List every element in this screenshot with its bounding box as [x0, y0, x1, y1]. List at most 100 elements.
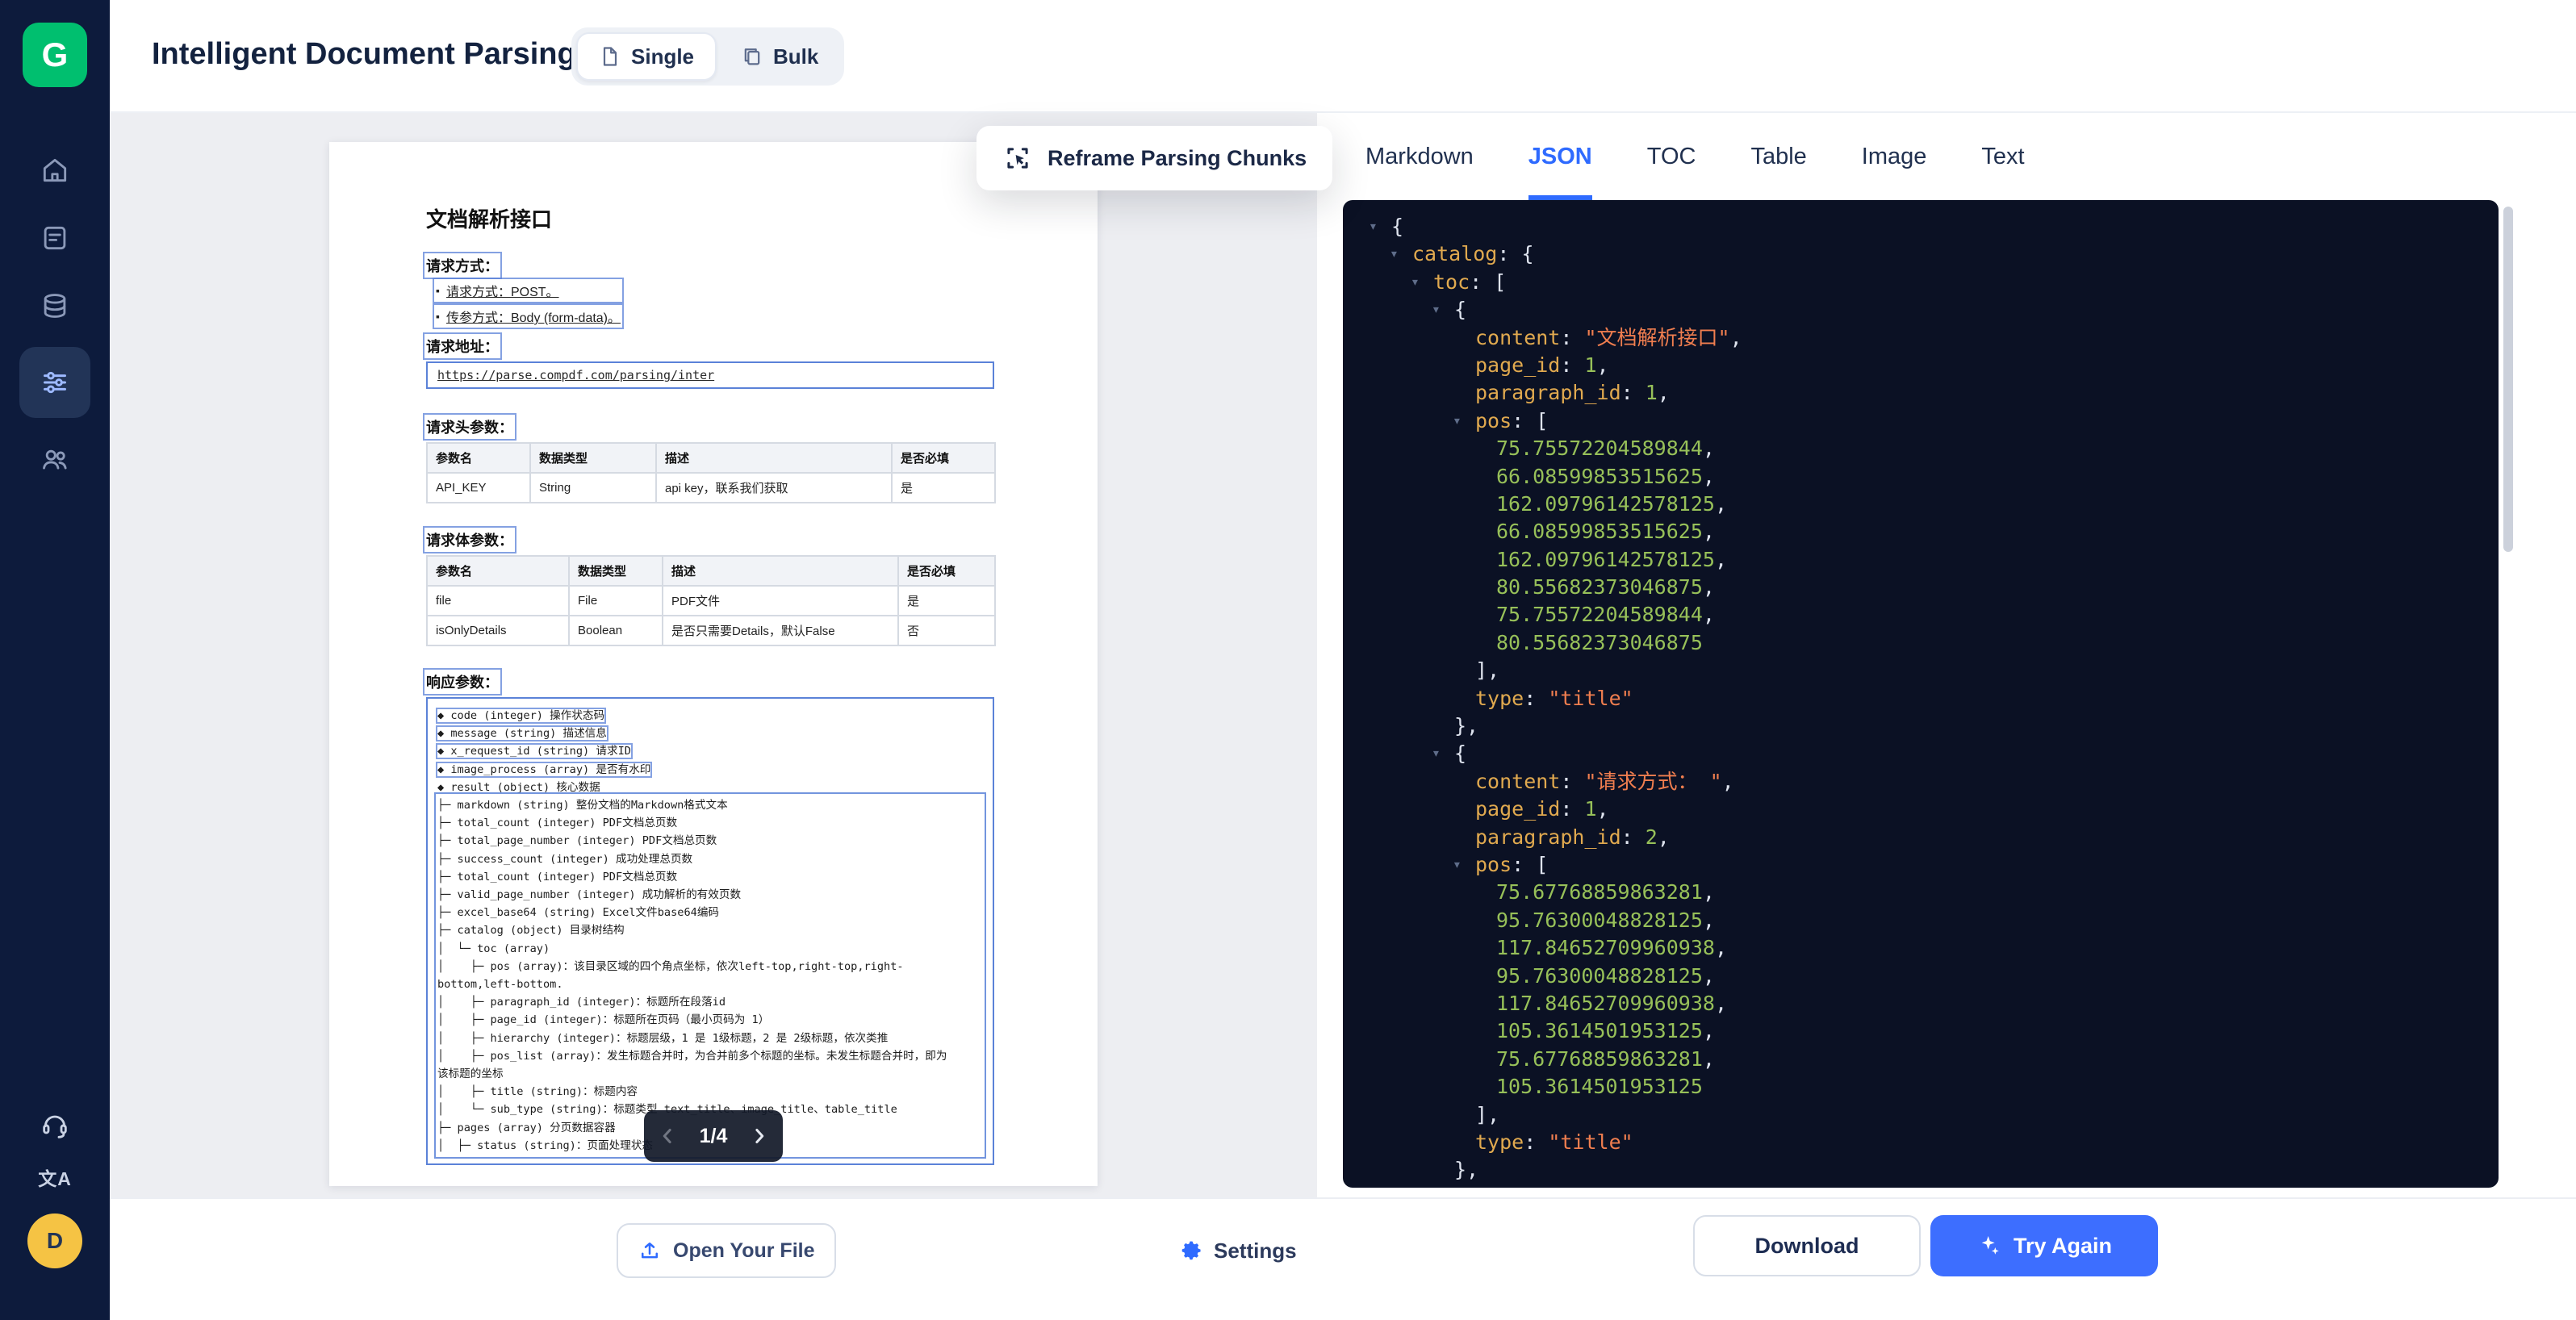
response-tree-line: ├─ catalog (object) 目录树结构	[437, 921, 983, 939]
response-tree-text: ◆ image_process (array) 是否有水印	[437, 763, 650, 776]
response-tree-line: │ ├─ pos_list (array)：发生标题合并时，为合并前多个标题的坐…	[437, 1047, 983, 1065]
doc-section-body-params: 请求体参数：	[426, 529, 513, 550]
tab-markdown[interactable]: Markdown	[1365, 113, 1474, 200]
collapse-arrow-icon[interactable]: ▾	[1432, 296, 1441, 324]
json-token-p: ,	[1703, 465, 1715, 488]
tab-toc[interactable]: TOC	[1647, 113, 1696, 200]
json-token-k: paragraph_id	[1475, 825, 1621, 849]
document-page[interactable]: 文档解析接口 请求方式： 请求方式：POST。传参方式：Body (form-d…	[329, 142, 1098, 1186]
json-token-p: ,	[1658, 381, 1670, 404]
json-token-s: "文档解析接口"	[1584, 326, 1729, 349]
json-token-p: {	[1391, 215, 1403, 238]
result-viewer: MarkdownJSONTOCTableImageText ▾{▾catalog…	[1317, 113, 2576, 1197]
json-line: 117.84652709960938,	[1343, 934, 2499, 962]
language-button[interactable]: 文A	[38, 1163, 72, 1191]
prev-page-button[interactable]	[655, 1124, 680, 1148]
json-token-p: :	[1621, 381, 1646, 404]
json-token-p: ,	[1597, 353, 1609, 377]
response-tree-text: ◆ result (object) 核心数据	[437, 781, 600, 794]
sidebar: G	[0, 0, 110, 1320]
json-token-p: ,	[1715, 992, 1727, 1015]
open-your-file-button[interactable]: Open Your File	[617, 1223, 836, 1278]
table-body: API_KEYStringapi key，联系我们获取是	[427, 473, 995, 503]
json-token-n: 75.75572204589844	[1496, 603, 1703, 626]
json-token-n: 1	[1584, 797, 1596, 821]
open-your-file-label: Open Your File	[673, 1239, 815, 1263]
json-token-n: 95.76300048828125	[1496, 909, 1703, 932]
sidebar-item-parsing[interactable]	[19, 347, 90, 418]
response-tree-text: ├─ total_count (integer) PDF文档总页数	[437, 817, 677, 829]
doc-bullet-text: 传参方式：Body (form-data)。	[446, 307, 621, 326]
json-token-n: 105.3614501953125	[1496, 1075, 1703, 1098]
table-row: API_KEYStringapi key，联系我们获取是	[427, 473, 995, 503]
sidebar-item-home[interactable]	[19, 139, 90, 202]
mode-bulk-button[interactable]: Bulk	[720, 32, 839, 81]
mode-single-button[interactable]: Single	[576, 32, 717, 81]
json-token-p: ,	[1703, 603, 1715, 626]
json-token-n: 95.76300048828125	[1496, 964, 1703, 988]
table-cell: String	[530, 473, 656, 503]
response-tree-line: ◆ x_request_id (string) 请求ID	[437, 742, 983, 760]
avatar[interactable]: D	[27, 1213, 82, 1268]
json-line: 75.75572204589844,	[1343, 601, 2499, 629]
next-page-button[interactable]	[747, 1124, 772, 1148]
viewer-scrollbar[interactable]	[2503, 207, 2513, 552]
json-line: page_id: 1,	[1343, 796, 2499, 823]
gear-icon	[1178, 1238, 1204, 1264]
json-line: 105.3614501953125	[1343, 1073, 2499, 1101]
try-again-button[interactable]: Try Again	[1930, 1215, 2158, 1276]
collapse-arrow-icon[interactable]: ▾	[1432, 740, 1441, 767]
help-button[interactable]	[39, 1109, 71, 1141]
tab-table[interactable]: Table	[1750, 113, 1806, 200]
json-token-s: "title"	[1548, 687, 1633, 710]
response-tree-line: ├─ success_count (integer) 成功处理总页数	[437, 850, 983, 868]
tab-image[interactable]: Image	[1862, 113, 1927, 200]
json-token-n: 75.67768859863281	[1496, 1047, 1703, 1071]
settings-button[interactable]: Settings	[1178, 1223, 1297, 1278]
app-logo[interactable]: G	[23, 23, 87, 87]
json-line: 66.08599853515625,	[1343, 518, 2499, 545]
sidebar-item-database[interactable]	[19, 274, 90, 337]
doc-bullet: 传参方式：Body (form-data)。	[436, 307, 621, 326]
tab-json[interactable]: JSON	[1528, 113, 1592, 200]
json-token-p: :	[1560, 353, 1584, 377]
response-tree-text: │ ├─ page_id (integer)：标题所在页码（最小页码为 1）	[437, 1013, 769, 1026]
json-token-n: 105.3614501953125	[1496, 1019, 1703, 1042]
form-edit-icon	[40, 223, 70, 253]
response-tree-line: │ ├─ hierarchy (integer)：标题层级，1 是 1级标题，2…	[437, 1030, 983, 1047]
json-line: paragraph_id: 2,	[1343, 824, 2499, 851]
collapse-arrow-icon[interactable]: ▾	[1453, 851, 1462, 879]
json-token-p: ,	[1597, 797, 1609, 821]
home-icon	[40, 155, 70, 186]
response-tree-line: │ ├─ title (string)：标题内容	[437, 1083, 983, 1101]
mode-single-label: Single	[631, 44, 694, 69]
doc-bullet-list: 请求方式：POST。传参方式：Body (form-data)。	[436, 281, 621, 326]
json-line: ],	[1343, 1101, 2499, 1129]
json-token-p: :	[1621, 825, 1646, 849]
collapse-arrow-icon[interactable]: ▾	[1411, 269, 1420, 296]
json-token-p: :	[1560, 326, 1584, 349]
collapse-arrow-icon[interactable]: ▾	[1369, 213, 1378, 240]
logo-letter: G	[42, 36, 69, 74]
support-headset-icon	[39, 1109, 71, 1141]
json-token-k: page_id	[1475, 353, 1560, 377]
doc-title: 文档解析接口	[426, 203, 552, 233]
sidebar-item-forms[interactable]	[19, 207, 90, 269]
response-tree-text: ◆ code (integer) 操作状态码	[437, 709, 604, 722]
json-code[interactable]: ▾{▾catalog: {▾toc: [▾{content: "文档解析接口",…	[1343, 200, 2499, 1188]
collapse-arrow-icon[interactable]: ▾	[1453, 407, 1462, 435]
collapse-arrow-icon[interactable]: ▾	[1390, 240, 1399, 268]
json-token-s: "title"	[1548, 1130, 1633, 1154]
json-token-p: ,	[1658, 825, 1670, 849]
reframe-parsing-chunks-button[interactable]: Reframe Parsing Chunks	[976, 126, 1332, 190]
json-line: ],	[1343, 657, 2499, 684]
download-button[interactable]: Download	[1693, 1215, 1921, 1276]
json-token-k: toc	[1433, 270, 1470, 294]
sidebar-item-users[interactable]	[19, 428, 90, 491]
response-tree-text: │ ├─ paragraph_id (integer)：标题所在段落id	[437, 996, 726, 1009]
sparkle-icon	[1976, 1233, 2002, 1259]
json-token-p: : [	[1512, 853, 1548, 876]
response-tree-line: bottom,left-bottom.	[437, 975, 983, 993]
tab-text[interactable]: Text	[1981, 113, 2024, 200]
document-preview-area: 文档解析接口 请求方式： 请求方式：POST。传参方式：Body (form-d…	[110, 113, 1317, 1197]
